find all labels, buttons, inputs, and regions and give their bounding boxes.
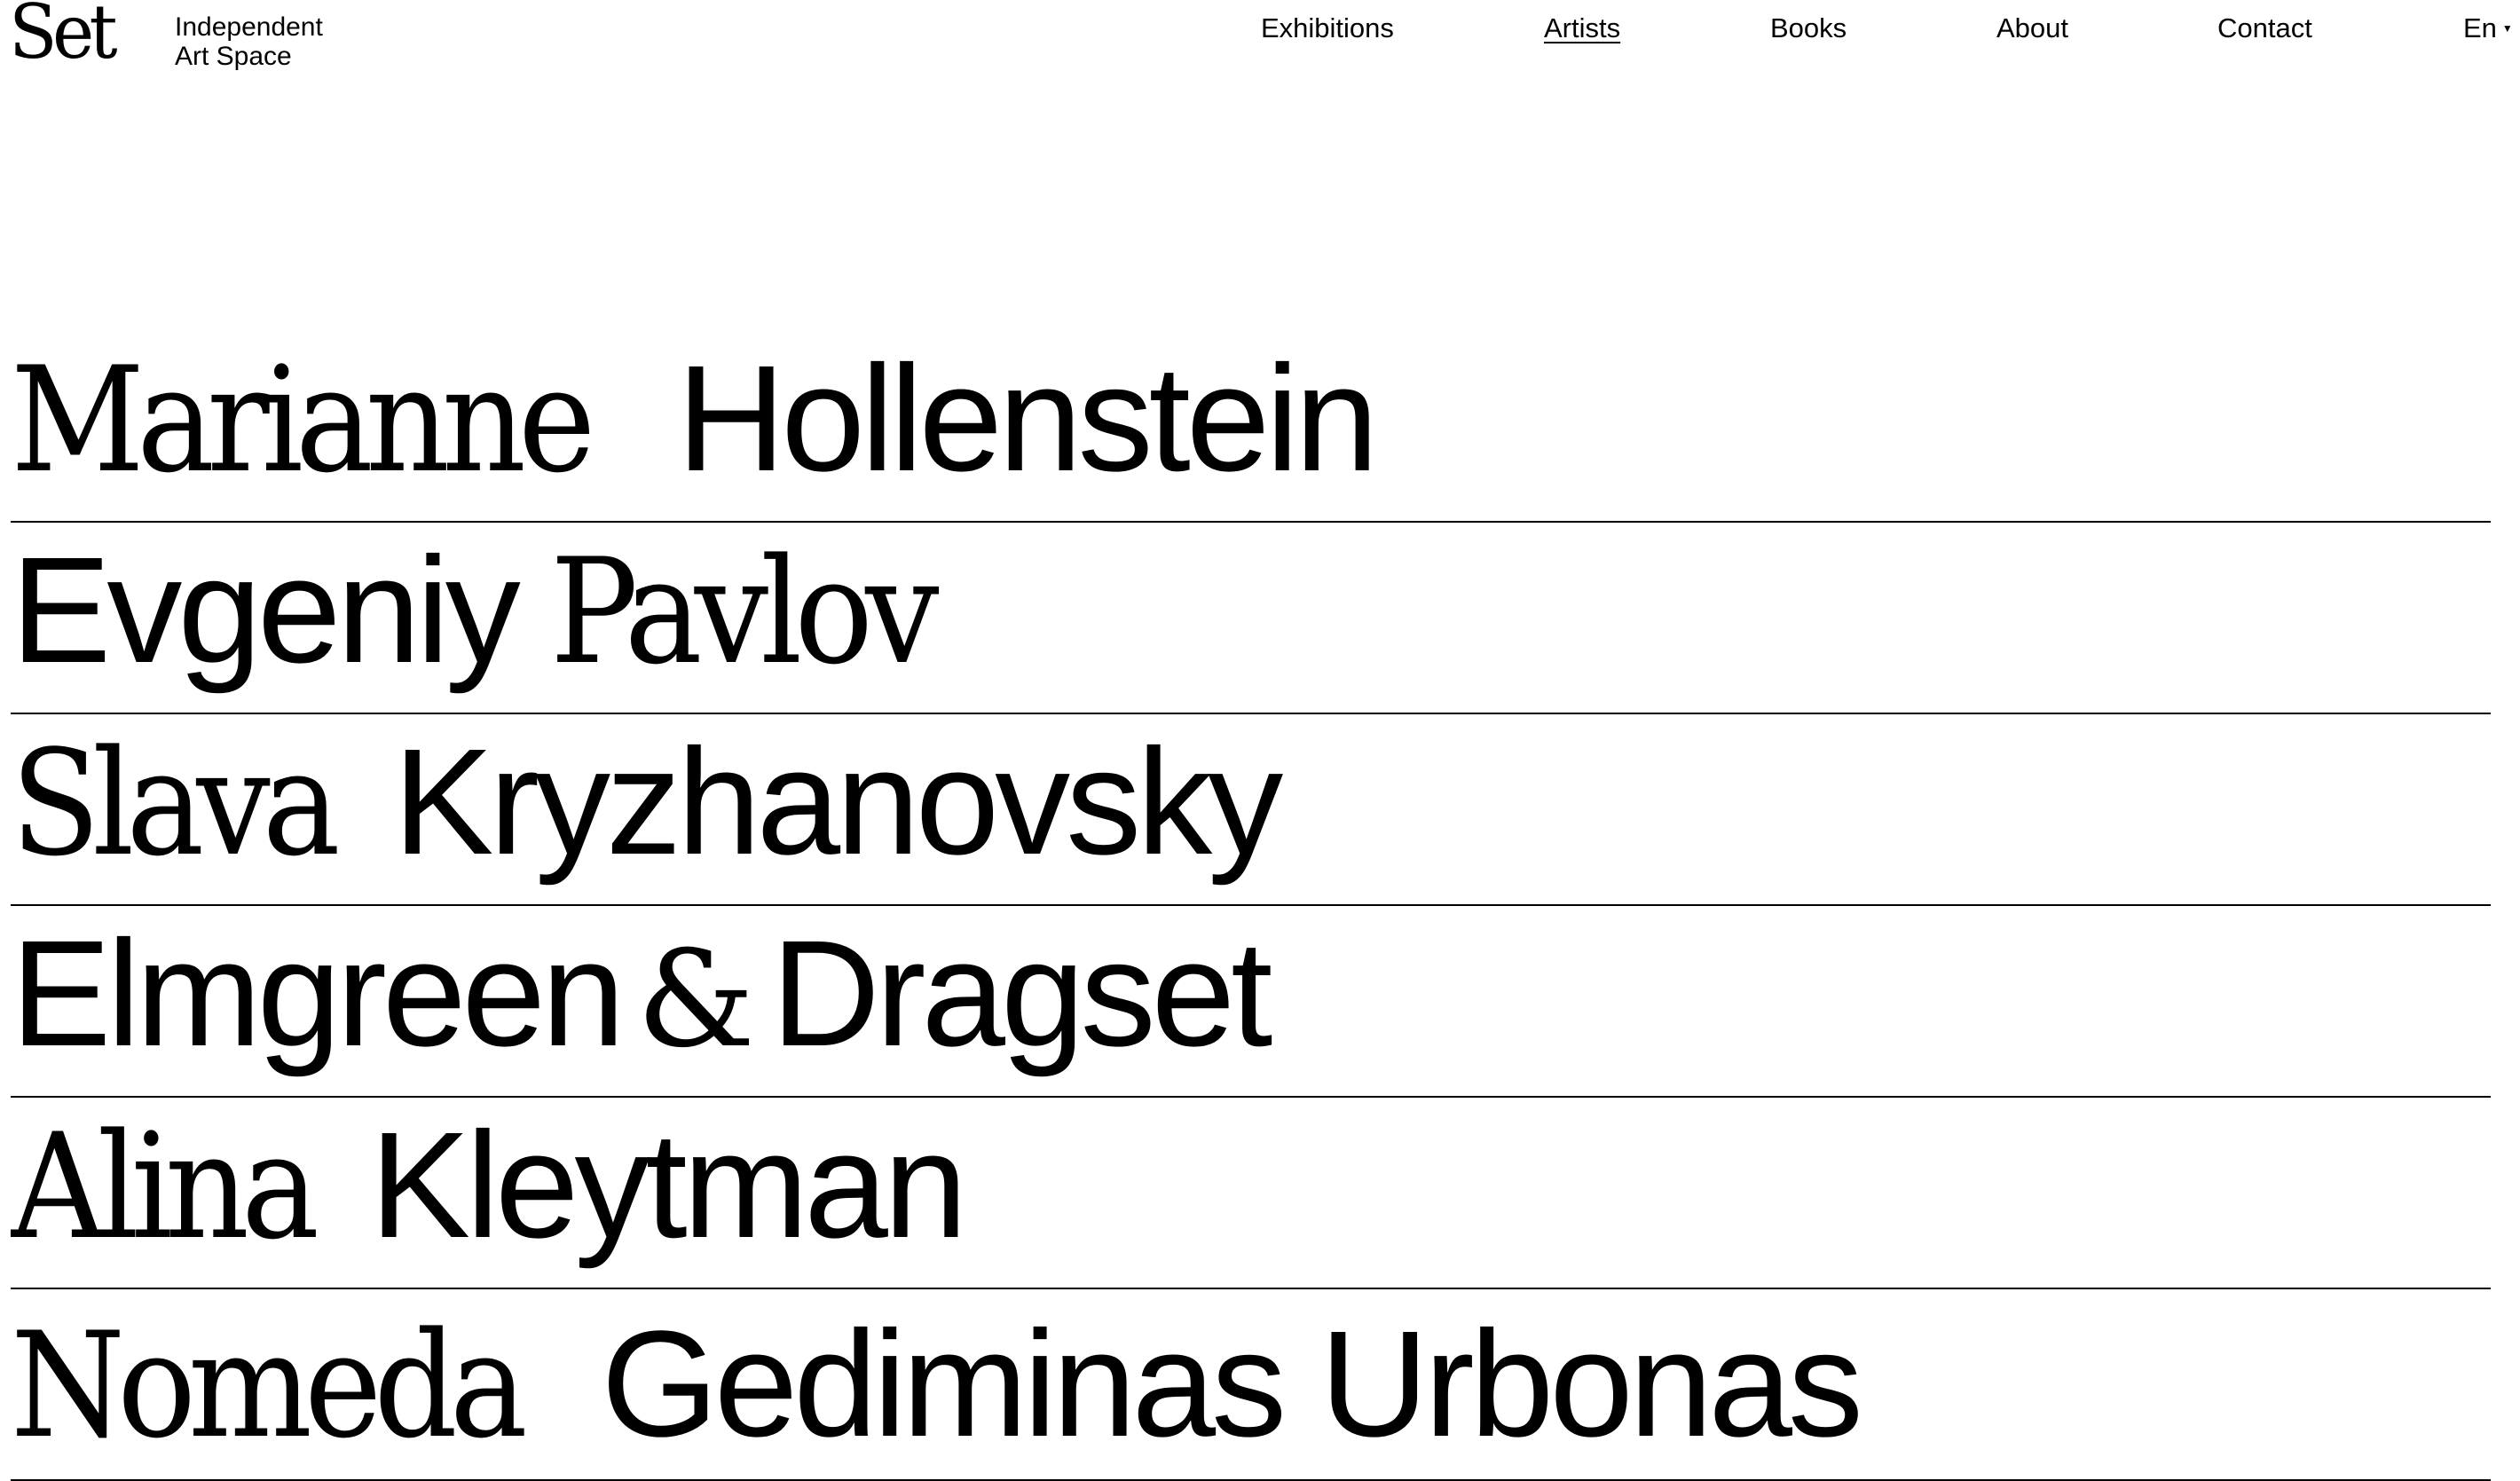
- caret-down-icon: ▼: [2501, 21, 2513, 35]
- artist-link[interactable]: Alina Kleytman: [11, 1101, 968, 1272]
- artist-row: Alina Kleytman: [11, 1098, 2491, 1289]
- artist-connector: &: [636, 923, 756, 1077]
- artist-link[interactable]: Evgeniy Pavlov: [11, 535, 965, 686]
- artist-first-name: Nomeda: [11, 1301, 528, 1470]
- artist-first-name: Alina: [11, 1102, 319, 1272]
- artist-first-name: Slava: [11, 719, 341, 888]
- artists-list: Marianne Hollenstein Evgeniy Pavlov Slava K…: [11, 331, 2491, 1481]
- artist-row: Slava Kryzhanovsky: [11, 714, 2491, 906]
- artist-row: Evgeniy Pavlov: [11, 523, 2491, 714]
- artist-last-name: Hollenstein: [676, 335, 1379, 503]
- artist-first-name: Marianne: [11, 335, 595, 505]
- artist-first-name: Elmgreen: [11, 910, 626, 1078]
- artist-link[interactable]: Nomeda Gediminas Urbonas: [11, 1300, 1863, 1470]
- artist-last-name: Gediminas Urbonas: [601, 1300, 1863, 1469]
- artist-link[interactable]: Elmgreen & Dragset: [11, 910, 1272, 1078]
- artist-last-name: Pavlov: [549, 527, 940, 697]
- nav-item-about[interactable]: About: [1996, 12, 2068, 44]
- artist-first-name: Evgeniy: [11, 526, 521, 695]
- artist-last-name: Dragset: [771, 910, 1272, 1078]
- artist-row: Nomeda Gediminas Urbonas: [11, 1289, 2491, 1481]
- nav-item-books[interactable]: Books: [1770, 12, 1847, 44]
- artist-row: Elmgreen & Dragset: [11, 906, 2491, 1098]
- main-nav: Exhibitions Artists Books About Contact …: [0, 12, 2520, 48]
- language-current: En: [2463, 12, 2497, 43]
- artist-link[interactable]: Slava Kryzhanovsky: [11, 718, 1283, 888]
- artist-last-name: Kryzhanovsky: [393, 718, 1283, 886]
- nav-item-artists[interactable]: Artists: [1544, 12, 1620, 44]
- artist-row: Marianne Hollenstein: [11, 331, 2491, 523]
- artist-last-name: Kleytman: [369, 1101, 968, 1270]
- nav-item-contact[interactable]: Contact: [2217, 12, 2312, 44]
- nav-item-exhibitions[interactable]: Exhibitions: [1261, 12, 1394, 44]
- artist-link[interactable]: Marianne Hollenstein: [11, 335, 1379, 505]
- language-selector[interactable]: En ▼: [2463, 12, 2513, 46]
- site-header: Set Independent Art Space Exhibitions Ar…: [0, 0, 2520, 89]
